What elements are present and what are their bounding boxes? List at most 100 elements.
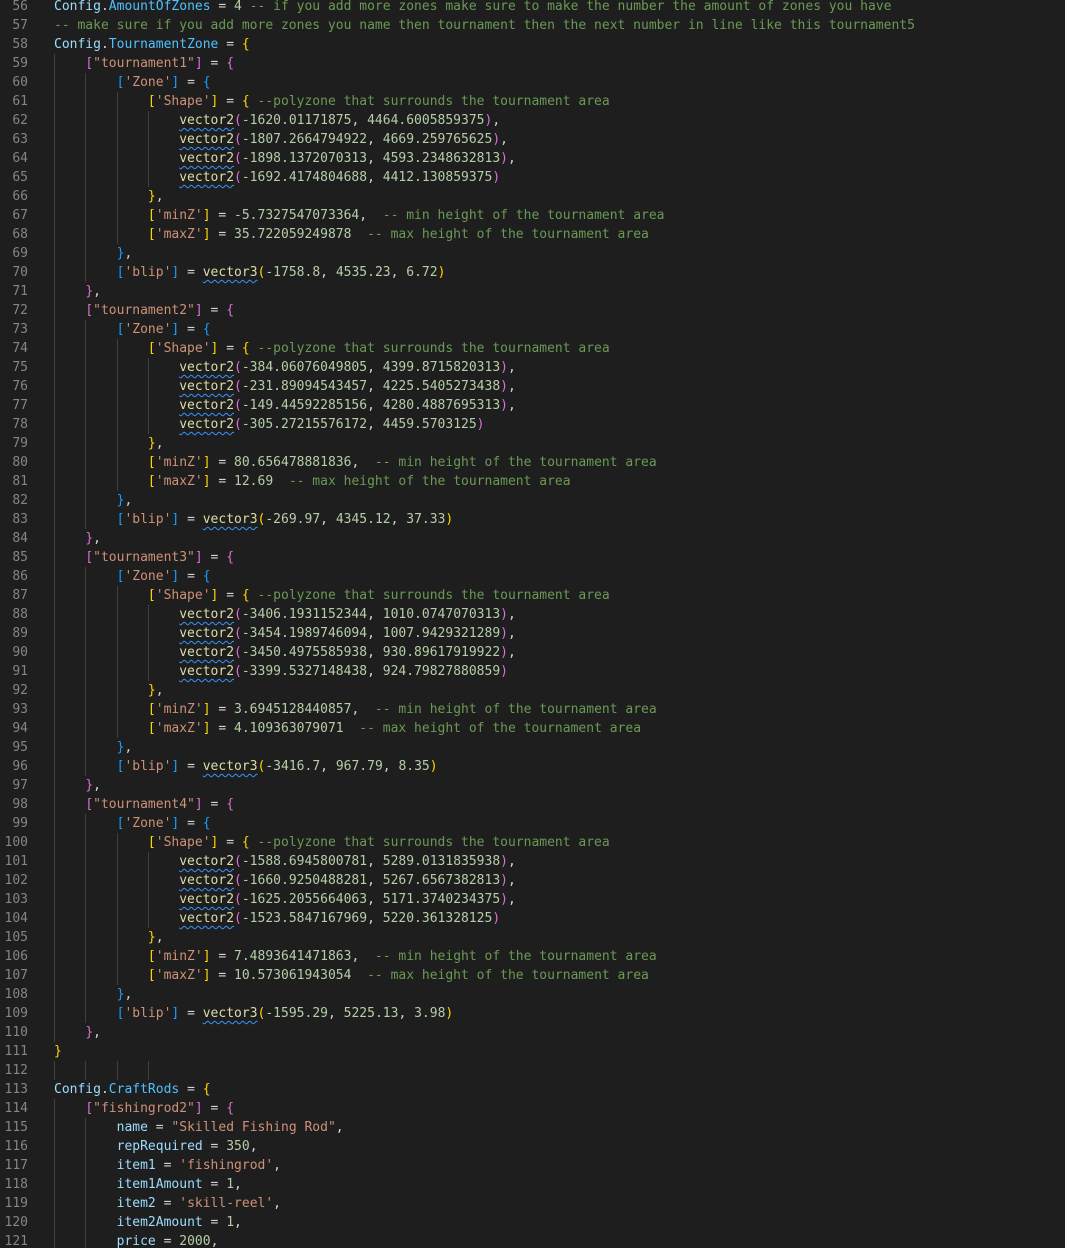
code-line[interactable]: 71 },	[0, 282, 1065, 301]
code-token: ,	[507, 854, 516, 869]
code-line[interactable]: 120 item2Amount = 1,	[0, 1213, 1065, 1232]
code-line[interactable]: 107 ['maxZ'] = 10.573061943054 -- max he…	[0, 966, 1065, 985]
line-number: 75	[12, 360, 28, 375]
code-line[interactable]: 103 vector2(-1625.2055664063, 5171.37402…	[0, 890, 1065, 909]
code-line[interactable]: 57 -- make sure if you add more zones you…	[0, 16, 1065, 35]
code-line[interactable]: 78 vector2(-305.27215576172, 4459.570312…	[0, 415, 1065, 434]
code-line[interactable]: 76 vector2(-231.89094543457, 4225.540527…	[0, 377, 1065, 396]
code-line[interactable]: 62 vector2(-1620.01171875, 4464.60058593…	[0, 111, 1065, 130]
code-line[interactable]: 108 },	[0, 985, 1065, 1004]
line-number: 56	[12, 0, 28, 14]
code-line[interactable]: 95 },	[0, 738, 1065, 757]
code-line[interactable]: 59 ["tournament1"] = {	[0, 54, 1065, 73]
code-line[interactable]: 81 ['maxZ'] = 12.69 -- max height of the…	[0, 472, 1065, 491]
line-number: 69	[12, 246, 28, 261]
code-text: },	[54, 738, 133, 757]
code-text: ["tournament1"] = {	[54, 54, 234, 73]
code-token: 10.573061943054	[234, 968, 352, 983]
code-token: --polyzone that surrounds the tournament…	[249, 835, 610, 850]
line-number: 119	[4, 1196, 28, 1211]
code-token: ,	[93, 531, 101, 546]
code-editor[interactable]: 56 Config.AmountOfZones = 4 -- if you add…	[0, 0, 1065, 1248]
code-line[interactable]: 75 vector2(-384.06076049805, 4399.871582…	[0, 358, 1065, 377]
code-line[interactable]: 102 vector2(-1660.9250488281, 5267.65673…	[0, 871, 1065, 890]
code-line[interactable]: 105 },	[0, 928, 1065, 947]
code-line[interactable]: 114 ["fishingrod2"] = {	[0, 1099, 1065, 1118]
code-token: [	[147, 208, 156, 223]
code-line[interactable]: 97 },	[0, 776, 1065, 795]
code-line[interactable]: 109 ['blip'] = vector3(-1595.29, 5225.13…	[0, 1004, 1065, 1023]
code-line[interactable]: 106 ['minZ'] = 7.4893641471863, -- min h…	[0, 947, 1065, 966]
code-line[interactable]: 68 ['maxZ'] = 35.722059249878 -- max hei…	[0, 225, 1065, 244]
code-token: {	[202, 75, 211, 90]
code-line[interactable]: 63 vector2(-1807.2664794922, 4669.259765…	[0, 130, 1065, 149]
code-line[interactable]: 88 vector2(-3406.1931152344, 1010.074707…	[0, 605, 1065, 624]
line-number: 57	[12, 18, 28, 33]
code-token: )	[500, 873, 508, 888]
code-token: -3406.1931152344	[241, 607, 368, 622]
code-line[interactable]: 72 ["tournament2"] = {	[0, 301, 1065, 320]
code-line[interactable]: 56 Config.AmountOfZones = 4 -- if you add…	[0, 0, 1065, 16]
code-token: ,	[507, 873, 516, 888]
code-line[interactable]: 91 vector2(-3399.5327148438, 924.7982788…	[0, 662, 1065, 681]
code-line[interactable]: 79 },	[0, 434, 1065, 453]
code-token: =	[218, 37, 242, 52]
line-number: 106	[4, 949, 28, 964]
code-line[interactable]: 101 vector2(-1588.6945800781, 5289.01318…	[0, 852, 1065, 871]
code-line[interactable]: 117 item1 = 'fishingrod',	[0, 1156, 1065, 1175]
code-line[interactable]: 89 vector2(-3454.1989746094, 1007.942932…	[0, 624, 1065, 643]
code-line[interactable]: 64 vector2(-1898.1372070313, 4593.234863…	[0, 149, 1065, 168]
code-line[interactable]: 87 ['Shape'] = { --polyzone that surroun…	[0, 586, 1065, 605]
code-token: }	[147, 683, 156, 698]
code-line[interactable]: 67 ['minZ'] = -5.7327547073364, -- min h…	[0, 206, 1065, 225]
code-token: {	[202, 322, 211, 337]
code-line[interactable]: 96 ['blip'] = vector3(-3416.7, 967.79, 8…	[0, 757, 1065, 776]
code-line[interactable]: 80 ['minZ'] = 80.656478881836, -- min he…	[0, 453, 1065, 472]
code-line[interactable]: 98 ["tournament4"] = {	[0, 795, 1065, 814]
code-line[interactable]: 73 ['Zone'] = {	[0, 320, 1065, 339]
code-line[interactable]: 104 vector2(-1523.5847167969, 5220.36132…	[0, 909, 1065, 928]
code-token: ,	[507, 398, 516, 413]
code-line[interactable]: 121 price = 2000,	[0, 1232, 1065, 1248]
code-line[interactable]: 100 ['Shape'] = { --polyzone that surrou…	[0, 833, 1065, 852]
code-token: .	[100, 1082, 109, 1097]
code-line[interactable]: 93 ['minZ'] = 3.6945128440857, -- min he…	[0, 700, 1065, 719]
code-token: -- min height of the tournament area	[374, 949, 657, 964]
code-token: --polyzone that surrounds the tournament…	[249, 341, 610, 356]
code-line[interactable]: 84 },	[0, 529, 1065, 548]
code-token: vector2	[179, 379, 235, 394]
code-line[interactable]: 119 item2 = 'skill-reel',	[0, 1194, 1065, 1213]
code-line[interactable]: 118 item1Amount = 1,	[0, 1175, 1065, 1194]
code-line[interactable]: 83 ['blip'] = vector3(-269.97, 4345.12, …	[0, 510, 1065, 529]
code-line[interactable]: 85 ["tournament3"] = {	[0, 548, 1065, 567]
line-number: 76	[12, 379, 28, 394]
code-token: (	[234, 854, 242, 869]
code-line[interactable]: 65 vector2(-1692.4174804688, 4412.130859…	[0, 168, 1065, 187]
code-line[interactable]: 113 Config.CraftRods = {	[0, 1080, 1065, 1099]
code-line[interactable]: 82 },	[0, 491, 1065, 510]
code-line[interactable]: 66 },	[0, 187, 1065, 206]
code-line[interactable]: 70 ['blip'] = vector3(-1758.8, 4535.23, …	[0, 263, 1065, 282]
code-text: },	[54, 244, 133, 263]
code-token: 4345.12	[335, 512, 391, 527]
code-line[interactable]: 86 ['Zone'] = {	[0, 567, 1065, 586]
code-line[interactable]: 74 ['Shape'] = { --polyzone that surroun…	[0, 339, 1065, 358]
code-token: ]	[202, 474, 211, 489]
code-line[interactable]: 58 Config.TournamentZone = {	[0, 35, 1065, 54]
code-line[interactable]: 61 ['Shape'] = { --polyzone that surroun…	[0, 92, 1065, 111]
code-line[interactable]: 92 },	[0, 681, 1065, 700]
code-line[interactable]: 110 },	[0, 1023, 1065, 1042]
code-line[interactable]: 116 repRequired = 350,	[0, 1137, 1065, 1156]
code-text: Config.AmountOfZones = 4 -- if you add m…	[54, 0, 891, 16]
code-line[interactable]: 115 name = "Skilled Fishing Rod",	[0, 1118, 1065, 1137]
code-line[interactable]: 94 ['maxZ'] = 4.109363079071 -- max heig…	[0, 719, 1065, 738]
code-line[interactable]: 111}	[0, 1042, 1065, 1061]
code-line[interactable]: 69 },	[0, 244, 1065, 263]
code-line[interactable]: 99 ['Zone'] = {	[0, 814, 1065, 833]
code-line[interactable]: 60 ['Zone'] = {	[0, 73, 1065, 92]
code-line[interactable]: 112	[0, 1061, 1065, 1080]
code-line[interactable]: 77 vector2(-149.44592285156, 4280.488769…	[0, 396, 1065, 415]
code-line[interactable]: 90 vector2(-3450.4975585938, 930.8961791…	[0, 643, 1065, 662]
